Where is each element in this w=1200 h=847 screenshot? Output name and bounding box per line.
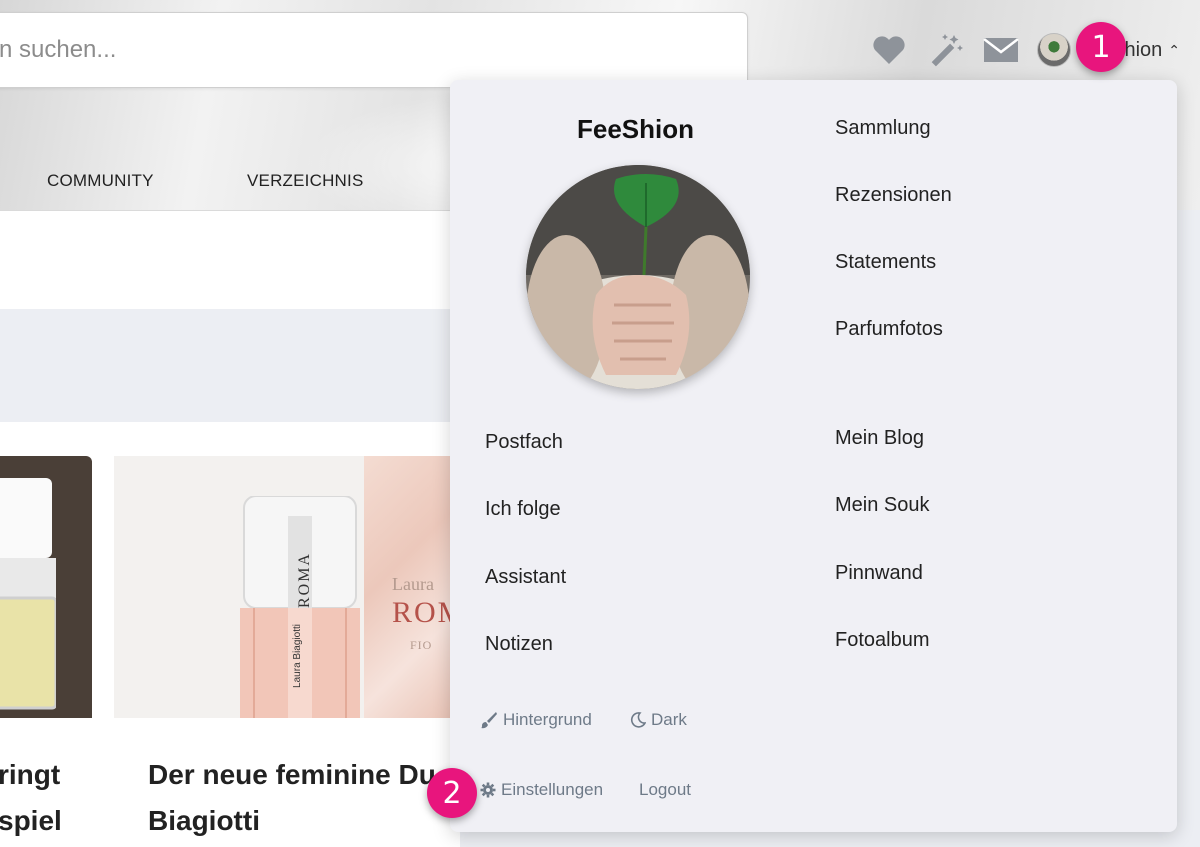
favorites-heart-icon[interactable] (869, 30, 909, 70)
menu-notizen[interactable]: Notizen (485, 633, 553, 656)
menu-fotoalbum[interactable]: Fotoalbum (835, 629, 930, 652)
article-image (0, 456, 92, 718)
menu-sammlung[interactable]: Sammlung (835, 117, 931, 140)
logout-link[interactable]: Logout (639, 780, 691, 800)
header-toolbar: FeeShion ⌃ (853, 28, 1180, 72)
dark-mode-toggle[interactable]: Dark (630, 710, 687, 730)
background-option[interactable]: Hintergrund (480, 710, 592, 730)
profile-avatar[interactable] (526, 165, 750, 389)
article-title[interactable]: ringt spiel (0, 752, 62, 844)
menu-parfumfotos[interactable]: Parfumfotos (835, 318, 943, 341)
step-badge-1: 1 (1076, 22, 1126, 72)
article-card[interactable]: ROMA Laura Biagiotti Laura ROMA FIO Der … (114, 456, 460, 847)
chevron-up-icon[interactable]: ⌃ (1168, 42, 1180, 59)
nav-community[interactable]: COMMUNITY (47, 171, 154, 191)
user-dropdown-menu: FeeShion Sammlung Rezensionen Statements… (450, 80, 1177, 832)
menu-ich-folge[interactable]: Ich folge (485, 498, 561, 521)
paintbrush-icon (481, 712, 497, 729)
content-strip (0, 211, 460, 309)
menu-pinnwand[interactable]: Pinnwand (835, 562, 923, 585)
article-image: ROMA Laura Biagiotti Laura ROMA FIO (114, 456, 460, 718)
menu-statements[interactable]: Statements (835, 251, 936, 274)
menu-assistant[interactable]: Assistant (485, 566, 566, 589)
magic-wand-icon[interactable] (925, 30, 965, 70)
menu-rezensionen[interactable]: Rezensionen (835, 184, 952, 207)
search-box[interactable] (0, 12, 748, 88)
dropdown-username[interactable]: FeeShion (577, 114, 694, 145)
moon-icon (630, 712, 646, 728)
bottle-label: ROMA (296, 552, 313, 609)
menu-mein-souk[interactable]: Mein Souk (835, 494, 930, 517)
menu-postfach[interactable]: Postfach (485, 431, 563, 454)
perfume-box: Laura ROMA FIO (364, 456, 460, 718)
step-badge-2: 2 (427, 768, 477, 818)
main-nav: COMMUNITY VERZEICHNIS (0, 145, 460, 211)
user-avatar[interactable] (1036, 33, 1071, 67)
search-input[interactable] (0, 13, 747, 87)
envelope-icon[interactable] (981, 30, 1021, 70)
settings-link[interactable]: Einstellungen (480, 780, 603, 800)
bottle-side-label: Laura Biagiotti (292, 624, 303, 688)
nav-verzeichnis[interactable]: VERZEICHNIS (247, 171, 364, 191)
article-title[interactable]: Der neue feminine Du Biagiotti (148, 752, 436, 844)
article-card[interactable]: ringt spiel (0, 456, 92, 847)
gear-icon (480, 782, 496, 798)
menu-mein-blog[interactable]: Mein Blog (835, 427, 924, 450)
